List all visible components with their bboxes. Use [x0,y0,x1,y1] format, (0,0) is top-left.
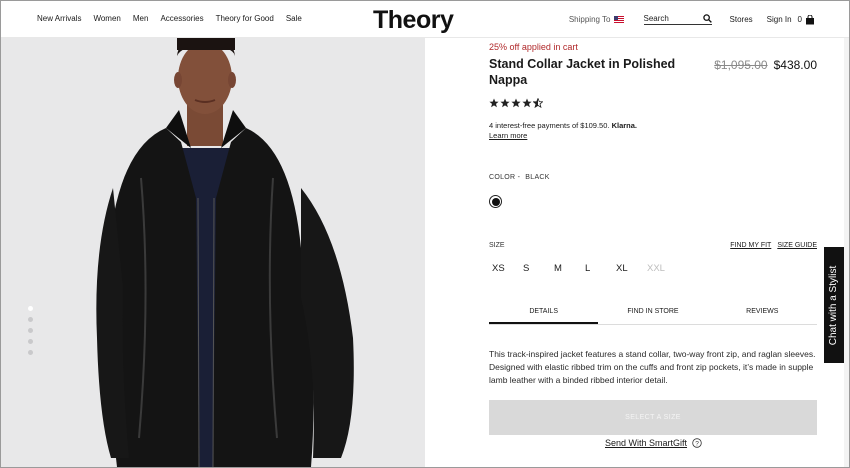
promo-text: 25% off applied in cart [489,42,578,52]
nav-theory-for-good[interactable]: Theory for Good [216,14,274,23]
nav-women[interactable]: Women [93,14,120,23]
size-guide-link[interactable]: SIZE GUIDE [777,242,817,249]
nav-sale[interactable]: Sale [286,14,302,23]
main-nav: New Arrivals Women Men Accessories Theor… [37,14,302,23]
klarna-info: 4 interest-free payments of $109.50. Kla… [489,121,637,141]
tab-details[interactable]: DETAILS [489,300,599,324]
chat-with-stylist-button[interactable]: Chat with a Stylist [824,247,844,363]
sale-price: $438.00 [773,58,817,72]
klarna-learn-more-link[interactable]: Learn more [489,131,527,140]
sign-in-link[interactable]: Sign In [767,15,792,24]
shipping-label: Shipping To [568,15,611,24]
chat-label: Chat with a Stylist [828,265,840,345]
shipping-selector[interactable]: Shipping To [569,15,624,24]
size-option-xs[interactable]: XS [492,263,523,274]
size-option-xl[interactable]: XL [616,263,647,274]
size-help-links: FIND MY FIT SIZE GUIDE [730,242,817,249]
gallery-dot[interactable] [28,317,33,322]
product-description: This track-inspired jacket features a st… [489,349,816,386]
product-tabs: DETAILS FIND IN STORE REVIEWS [489,300,817,325]
rating-stars[interactable] [489,98,543,108]
product-title: Stand Collar Jacket in Polished Nappa [489,57,676,87]
page-scrollbar[interactable] [844,38,849,467]
send-with-smartgift-link[interactable]: Send With SmartGift ? [605,438,702,448]
size-option-xxl: XXL [647,263,665,274]
gallery-dot[interactable] [28,350,33,355]
gallery-dot[interactable] [28,339,33,344]
nav-men[interactable]: Men [133,14,149,23]
site-header: New Arrivals Women Men Accessories Theor… [1,1,849,38]
search-input[interactable]: Search [643,14,712,25]
size-options: XS S M L XL XXL [492,263,678,274]
search-placeholder: Search [643,14,669,23]
search-icon[interactable] [702,14,712,23]
tab-find-in-store[interactable]: FIND IN STORE [598,300,707,324]
us-flag-icon [613,16,624,23]
gallery-pagination [28,306,33,355]
size-option-s[interactable]: S [523,263,554,274]
help-icon[interactable]: ? [692,438,702,448]
size-option-l[interactable]: L [585,263,616,274]
star-icon [511,98,521,108]
size-label: SIZE [489,242,505,249]
product-image[interactable] [1,38,425,467]
color-swatch-black[interactable] [489,195,502,208]
star-icon [500,98,510,108]
tab-reviews[interactable]: REVIEWS [708,300,817,324]
bag-count: 0 [797,15,802,24]
find-my-fit-link[interactable]: FIND MY FIT [730,242,771,249]
original-price: $1,095.00 [714,58,768,72]
header-utilities: Shipping To Search Stores Sign In 0 [569,14,815,25]
nav-accessories[interactable]: Accessories [160,14,203,23]
brand-logo[interactable]: Theory [373,6,454,35]
color-value: BLACK [525,174,550,181]
shopping-bag-button[interactable]: 0 [797,14,815,25]
nav-new-arrivals[interactable]: New Arrivals [37,14,81,23]
smartgift-label: Send With SmartGift [605,438,688,448]
stores-link[interactable]: Stores [730,15,753,24]
select-size-button[interactable]: SELECT A SIZE [489,400,817,435]
star-icon [489,98,499,108]
price-block: $1,095.00 $438.00 [714,58,817,72]
color-label-prefix: COLOR - [489,174,521,181]
gallery-dot[interactable] [28,306,33,311]
half-star-icon [533,98,543,108]
klarna-brand: Klarna. [611,121,638,130]
star-icon [522,98,532,108]
klarna-text: 4 interest-free payments of $109.50. [489,121,610,130]
product-photo [1,38,425,467]
gallery-dot[interactable] [28,328,33,333]
size-option-m[interactable]: M [554,263,585,274]
shopping-bag-icon [806,14,814,24]
svg-text:?: ? [695,440,699,447]
color-label: COLOR - BLACK [489,174,550,181]
